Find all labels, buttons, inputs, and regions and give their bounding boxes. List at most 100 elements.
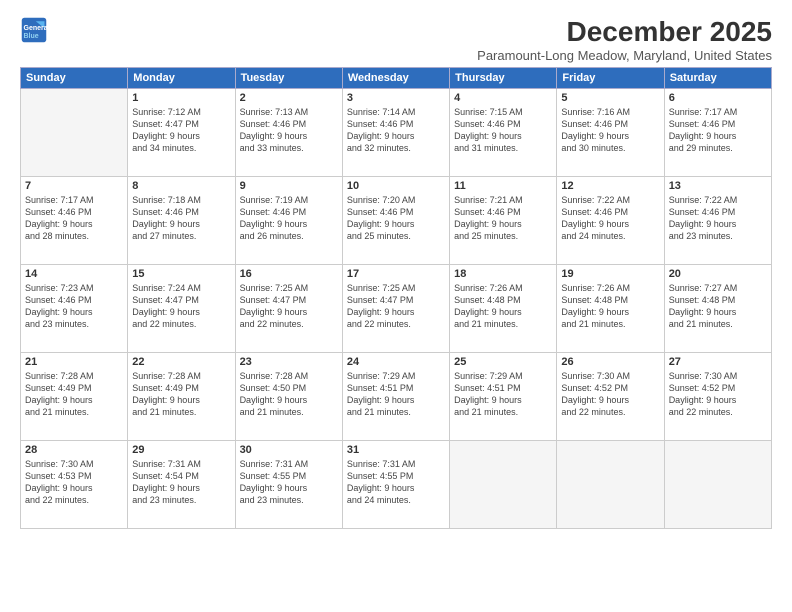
day-cell: 16Sunrise: 7:25 AMSunset: 4:47 PMDayligh…	[235, 265, 342, 353]
day-info-line: Sunrise: 7:25 AM	[347, 282, 445, 294]
day-info-line: Sunset: 4:46 PM	[132, 206, 230, 218]
day-cell: 19Sunrise: 7:26 AMSunset: 4:48 PMDayligh…	[557, 265, 664, 353]
day-info-line: and 22 minutes.	[25, 494, 123, 506]
day-info-line: and 21 minutes.	[669, 318, 767, 330]
day-info-line: Sunset: 4:51 PM	[347, 382, 445, 394]
day-info-line: Sunrise: 7:20 AM	[347, 194, 445, 206]
day-number: 7	[25, 180, 123, 192]
day-info-line: and 25 minutes.	[347, 230, 445, 242]
day-info-line: Sunset: 4:46 PM	[25, 294, 123, 306]
day-info-line: Daylight: 9 hours	[669, 306, 767, 318]
svg-text:Blue: Blue	[24, 33, 39, 40]
day-info-line: Daylight: 9 hours	[347, 218, 445, 230]
day-number: 2	[240, 92, 338, 104]
svg-text:General: General	[24, 25, 49, 32]
day-number: 20	[669, 268, 767, 280]
header-row: SundayMondayTuesdayWednesdayThursdayFrid…	[21, 68, 772, 89]
day-info-line: Sunset: 4:46 PM	[347, 118, 445, 130]
day-info-line: Daylight: 9 hours	[25, 394, 123, 406]
day-number: 13	[669, 180, 767, 192]
calendar-body: 1Sunrise: 7:12 AMSunset: 4:47 PMDaylight…	[21, 89, 772, 529]
day-number: 15	[132, 268, 230, 280]
day-info-line: and 23 minutes.	[25, 318, 123, 330]
day-info-line: and 24 minutes.	[561, 230, 659, 242]
header-sunday: Sunday	[21, 68, 128, 89]
day-info-line: Sunrise: 7:26 AM	[454, 282, 552, 294]
day-cell: 8Sunrise: 7:18 AMSunset: 4:46 PMDaylight…	[128, 177, 235, 265]
day-info-line: Sunset: 4:46 PM	[454, 118, 552, 130]
day-info-line: Daylight: 9 hours	[132, 306, 230, 318]
day-info-line: Daylight: 9 hours	[132, 394, 230, 406]
day-info-line: Sunset: 4:46 PM	[240, 206, 338, 218]
day-info-line: and 33 minutes.	[240, 142, 338, 154]
day-cell: 25Sunrise: 7:29 AMSunset: 4:51 PMDayligh…	[450, 353, 557, 441]
day-info-line: Daylight: 9 hours	[240, 306, 338, 318]
day-info-line: Sunset: 4:46 PM	[25, 206, 123, 218]
day-cell: 20Sunrise: 7:27 AMSunset: 4:48 PMDayligh…	[664, 265, 771, 353]
day-cell: 31Sunrise: 7:31 AMSunset: 4:55 PMDayligh…	[342, 441, 449, 529]
day-info-line: and 21 minutes.	[240, 406, 338, 418]
day-cell: 30Sunrise: 7:31 AMSunset: 4:55 PMDayligh…	[235, 441, 342, 529]
day-info-line: Sunrise: 7:28 AM	[132, 370, 230, 382]
day-info-line: Daylight: 9 hours	[25, 482, 123, 494]
day-info-line: and 28 minutes.	[25, 230, 123, 242]
title-block: December 2025 Paramount-Long Meadow, Mar…	[477, 16, 772, 63]
page: General Blue December 2025 Paramount-Lon…	[0, 0, 792, 612]
day-number: 14	[25, 268, 123, 280]
day-cell: 24Sunrise: 7:29 AMSunset: 4:51 PMDayligh…	[342, 353, 449, 441]
day-number: 22	[132, 356, 230, 368]
day-info-line: Daylight: 9 hours	[669, 218, 767, 230]
day-cell: 28 Sunrise: 7:30 AMSunset: 4:53 PMDayligh…	[21, 441, 128, 529]
day-number: 3	[347, 92, 445, 104]
day-number: 23	[240, 356, 338, 368]
day-info-line: Sunrise: 7:24 AM	[132, 282, 230, 294]
day-number: 30	[240, 444, 338, 456]
header-saturday: Saturday	[664, 68, 771, 89]
day-info-line: Sunset: 4:52 PM	[669, 382, 767, 394]
week-row-5: 28Sunrise: 7:30 AMSunset: 4:53 PMDayligh…	[21, 441, 772, 529]
header-wednesday: Wednesday	[342, 68, 449, 89]
day-number: 5	[561, 92, 659, 104]
day-info-line: and 22 minutes.	[132, 318, 230, 330]
day-info-line: Daylight: 9 hours	[347, 130, 445, 142]
day-info-line: Sunset: 4:46 PM	[669, 118, 767, 130]
day-cell: 11Sunrise: 7:21 AMSunset: 4:46 PMDayligh…	[450, 177, 557, 265]
day-info-line: and 22 minutes.	[669, 406, 767, 418]
day-info-line: and 29 minutes.	[669, 142, 767, 154]
day-cell: 29Sunrise: 7:31 AMSunset: 4:54 PMDayligh…	[128, 441, 235, 529]
day-info-line: Daylight: 9 hours	[454, 130, 552, 142]
day-info-line: and 22 minutes.	[561, 406, 659, 418]
day-info-line: Sunset: 4:52 PM	[561, 382, 659, 394]
day-info-line: Sunset: 4:50 PM	[240, 382, 338, 394]
day-info-line: Sunrise: 7:28 AM	[240, 370, 338, 382]
day-info-line: Sunset: 4:46 PM	[669, 206, 767, 218]
day-info-line: Sunrise: 7:30 AM	[669, 370, 767, 382]
day-cell: 23Sunrise: 7:28 AMSunset: 4:50 PMDayligh…	[235, 353, 342, 441]
day-info-line: Daylight: 9 hours	[561, 130, 659, 142]
day-info-line: and 24 minutes.	[347, 494, 445, 506]
day-cell: 27Sunrise: 7:30 AMSunset: 4:52 PMDayligh…	[664, 353, 771, 441]
day-info-line: Sunrise: 7:25 AM	[240, 282, 338, 294]
day-info-line: Sunset: 4:46 PM	[347, 206, 445, 218]
day-cell	[21, 89, 128, 177]
day-number: 27	[669, 356, 767, 368]
day-cell: 17Sunrise: 7:25 AMSunset: 4:47 PMDayligh…	[342, 265, 449, 353]
day-info-line: and 34 minutes.	[132, 142, 230, 154]
day-info-line: Sunset: 4:47 PM	[132, 294, 230, 306]
day-info-line: Sunrise: 7:21 AM	[454, 194, 552, 206]
day-info-line: Sunrise: 7:30 AM	[25, 458, 123, 470]
day-number: 19	[561, 268, 659, 280]
logo-icon: General Blue	[20, 16, 48, 44]
day-number: 10	[347, 180, 445, 192]
day-number: 1	[132, 92, 230, 104]
day-info-line: Daylight: 9 hours	[132, 482, 230, 494]
day-number: 25	[454, 356, 552, 368]
day-cell: 18Sunrise: 7:26 AMSunset: 4:48 PMDayligh…	[450, 265, 557, 353]
day-number: 28	[25, 444, 123, 456]
day-info-line: Sunrise: 7:26 AM	[561, 282, 659, 294]
day-info-line: Sunset: 4:53 PM	[25, 470, 123, 482]
day-cell: 13Sunrise: 7:22 AMSunset: 4:46 PMDayligh…	[664, 177, 771, 265]
day-number: 8	[132, 180, 230, 192]
day-info-line: Daylight: 9 hours	[454, 394, 552, 406]
day-info-line: Daylight: 9 hours	[25, 218, 123, 230]
